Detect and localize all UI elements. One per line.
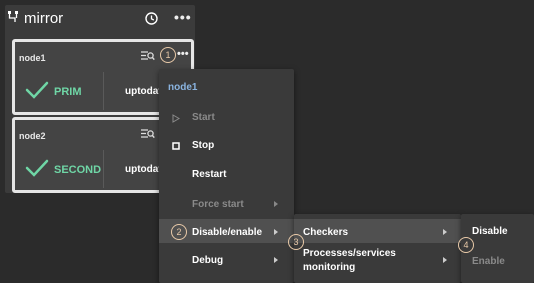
node-name: node2 (19, 131, 46, 141)
menu-item-force-start[interactable]: Force start (192, 199, 244, 210)
node-role: SECOND (54, 164, 102, 176)
checkers-submenu: Disable 4 Enable (458, 214, 534, 283)
menu-item-processes-services-line2: monitoring (303, 262, 356, 273)
checkmark-icon (25, 81, 49, 99)
submenu-arrow-icon (274, 229, 278, 235)
history-icon[interactable] (144, 11, 159, 26)
submenu-arrow-icon (443, 257, 447, 263)
menu-item-debug[interactable]: Debug (192, 255, 223, 266)
disable-enable-submenu: Checkers 3 Processes/services monitoring (288, 214, 461, 283)
menu-item-start[interactable]: Start (192, 112, 215, 123)
cluster-logo-icon (8, 11, 18, 22)
search-list-icon[interactable] (140, 128, 155, 140)
menu-item-enable[interactable]: Enable (472, 256, 505, 267)
submenu-arrow-icon (274, 201, 278, 207)
menu-item-processes-services[interactable]: Processes/services (303, 248, 396, 259)
context-menu-header: node1 (168, 82, 198, 93)
search-list-icon[interactable] (140, 50, 155, 62)
checkmark-icon (25, 159, 49, 177)
divider (103, 72, 104, 110)
node-name: node1 (19, 53, 46, 63)
callout-badge-3: 3 (288, 234, 304, 250)
stop-icon (172, 142, 180, 150)
node-more-icon[interactable]: ••• (177, 48, 189, 60)
node-context-menu: node1 Start Stop Restart Force start 2 D… (159, 69, 294, 283)
menu-item-restart[interactable]: Restart (192, 169, 226, 180)
callout-badge-1: 1 (160, 47, 176, 63)
menu-item-checkers[interactable]: Checkers (303, 227, 348, 238)
menu-item-disable[interactable]: Disable (472, 226, 508, 237)
divider (103, 150, 104, 188)
panel-title: mirror (24, 10, 64, 27)
node-role: PRIM (54, 86, 82, 98)
submenu-arrow-icon (274, 257, 278, 263)
submenu-arrow-icon (443, 229, 447, 235)
panel-more-icon[interactable]: ••• (174, 9, 192, 25)
menu-item-disable-enable[interactable]: Disable/enable (192, 227, 262, 238)
callout-badge-2: 2 (171, 224, 187, 240)
menu-item-stop[interactable]: Stop (192, 140, 214, 151)
play-icon (172, 114, 180, 123)
callout-badge-4: 4 (458, 237, 474, 253)
